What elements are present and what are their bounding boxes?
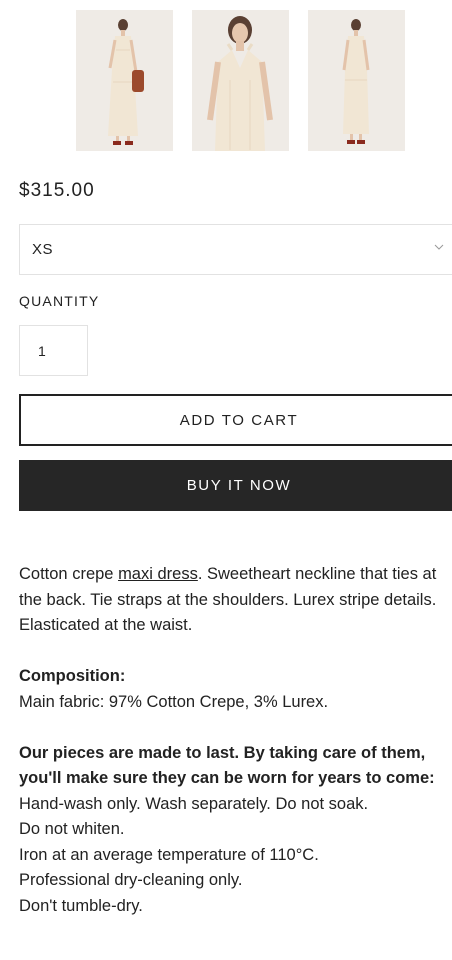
- composition-heading: Composition:: [19, 667, 126, 685]
- add-to-cart-button[interactable]: ADD TO CART: [19, 394, 452, 446]
- product-description: Cotton crepe maxi dress. Sweetheart neck…: [19, 562, 451, 919]
- care-line: Professional dry-cleaning only.: [19, 871, 243, 889]
- intro-prefix: Cotton crepe: [19, 565, 119, 583]
- maxi-dress-link[interactable]: maxi dress: [118, 565, 198, 583]
- product-thumbnail-1[interactable]: [76, 10, 173, 151]
- composition-text: Main fabric: 97% Cotton Crepe, 3% Lurex.: [19, 692, 329, 711]
- quantity-value: 1: [38, 342, 46, 359]
- description-intro: Cotton crepe maxi dress. Sweetheart neck…: [19, 562, 451, 639]
- care-line: Do not whiten.: [19, 820, 125, 838]
- product-thumbnail-3[interactable]: [308, 10, 405, 151]
- care-line: Hand-wash only. Wash separately. Do not …: [19, 794, 369, 813]
- buy-it-now-button[interactable]: BUY IT NOW: [19, 460, 452, 511]
- product-price: $315.00: [19, 180, 95, 201]
- care-line: Iron at an average temperature of 110°C.: [19, 845, 319, 864]
- chevron-down-icon: [434, 244, 444, 250]
- care-heading: Our pieces are made to last. By taking c…: [19, 743, 435, 788]
- product-thumbnail-2[interactable]: [192, 10, 289, 151]
- quantity-label: QUANTITY: [19, 293, 100, 309]
- size-select-value: XS: [32, 241, 54, 258]
- care-line: Don't tumble-dry.: [19, 896, 143, 915]
- model-full-length-photo: [308, 10, 405, 151]
- size-select[interactable]: XS: [19, 224, 452, 275]
- quantity-input[interactable]: 1: [19, 325, 88, 376]
- model-with-bag-photo: [76, 10, 173, 151]
- product-gallery: [76, 10, 405, 151]
- model-closeup-photo: [192, 10, 289, 151]
